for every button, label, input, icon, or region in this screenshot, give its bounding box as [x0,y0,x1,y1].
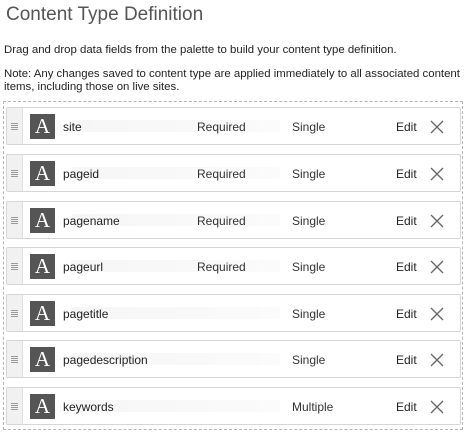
text-field-icon: A [30,347,55,372]
field-name: site [63,120,82,134]
drag-handle-icon[interactable] [7,155,23,191]
field-row-pageurl[interactable]: Apageurl Required Single Edit [6,247,461,285]
field-multiplicity-label: Single [292,353,326,367]
edit-field-link[interactable]: Edit [396,120,417,134]
field-row-pagetitle[interactable]: Apagetitle Single Edit [6,294,461,332]
remove-field-close-icon[interactable] [429,399,445,415]
drag-handle-icon[interactable] [7,248,23,284]
page-title: Content Type Definition [6,4,204,25]
field-name: pageurl [63,260,104,274]
edit-field-link[interactable]: Edit [396,167,417,181]
text-field-icon: A [30,161,55,186]
note-text: Note: Any changes saved to content type … [4,68,460,93]
field-required-label: Required [197,167,246,181]
remove-field-close-icon[interactable] [429,306,445,322]
edit-field-link[interactable]: Edit [396,214,417,228]
text-field-icon: A [30,254,55,279]
field-required-label: Required [197,120,246,134]
edit-field-link[interactable]: Edit [396,353,417,367]
field-row-pageid[interactable]: Apageid Required Single Edit [6,154,461,192]
field-row-keywords[interactable]: Akeywords Multiple Edit [6,387,461,425]
drag-handle-icon[interactable] [7,295,23,331]
field-row-pagename[interactable]: Apagename Required Single Edit [6,201,461,239]
drag-handle-icon[interactable] [7,108,23,144]
field-multiplicity-label: Single [292,120,326,134]
field-required-label: Required [197,214,246,228]
drag-handle-icon[interactable] [7,388,23,424]
text-field-icon: A [30,208,55,233]
edit-field-link[interactable]: Edit [396,307,417,321]
edit-field-link[interactable]: Edit [396,260,417,274]
remove-field-close-icon[interactable] [429,352,445,368]
field-row-pagedescription[interactable]: Apagedescription Single Edit [6,340,461,378]
field-multiplicity-label: Single [292,214,326,228]
field-multiplicity-label: Single [292,167,326,181]
text-field-icon: A [30,394,55,419]
text-field-icon: A [30,301,55,326]
drag-handle-icon[interactable] [7,202,23,238]
field-required-label: Required [197,260,246,274]
field-name: pagetitle [63,307,109,321]
field-name: pageid [63,167,100,181]
field-row-site[interactable]: Asite Required Single Edit [6,107,461,145]
remove-field-close-icon[interactable] [429,259,445,275]
field-multiplicity-label: Single [292,260,326,274]
edit-field-link[interactable]: Edit [396,400,417,414]
field-name: pagedescription [63,353,148,367]
intro-text: Drag and drop data fields from the palet… [4,44,397,56]
field-multiplicity-label: Multiple [292,400,334,414]
text-field-icon: A [30,114,55,139]
field-multiplicity-label: Single [292,307,326,321]
remove-field-close-icon[interactable] [429,166,445,182]
remove-field-close-icon[interactable] [429,213,445,229]
field-name: pagename [63,214,120,228]
drag-handle-icon[interactable] [7,341,23,377]
remove-field-close-icon[interactable] [429,119,445,135]
field-name: keywords [63,400,114,414]
